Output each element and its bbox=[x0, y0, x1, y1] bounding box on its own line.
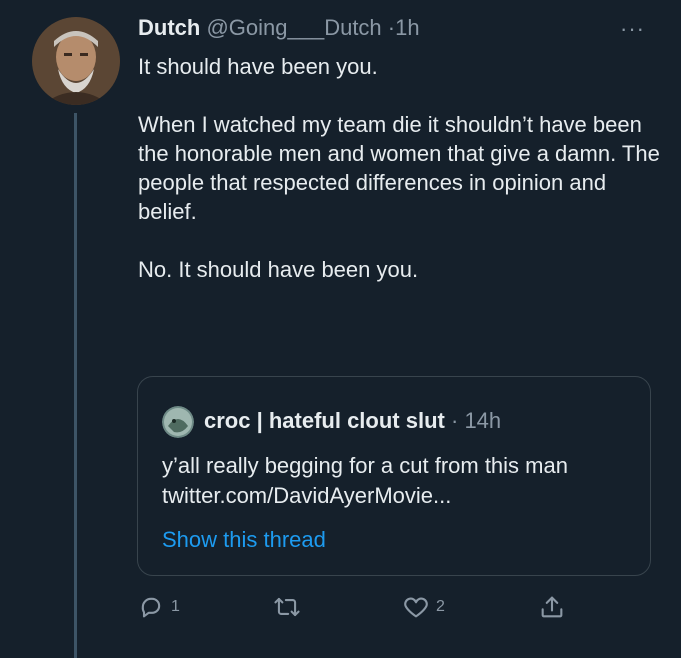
separator-dot: · bbox=[450, 408, 459, 433]
quoted-tweet-header: croc | hateful clout slut · 14h bbox=[204, 406, 501, 436]
tweet-line: No. It should have been you. bbox=[138, 257, 419, 282]
quoted-text-line: y’all really begging for a cut from this… bbox=[162, 453, 568, 508]
heart-icon bbox=[402, 593, 430, 621]
tweet-line: It should have been you. bbox=[138, 54, 378, 79]
author-avatar[interactable] bbox=[32, 17, 120, 105]
quoted-author-name: croc | hateful clout slut bbox=[204, 408, 445, 433]
quoted-tweet-card[interactable]: croc | hateful clout slut · 14h y’all re… bbox=[137, 376, 651, 576]
quoted-author-avatar bbox=[162, 406, 194, 438]
share-button[interactable] bbox=[538, 592, 566, 622]
tweet-body: It should have been you. When I watched … bbox=[138, 52, 668, 284]
retweet-button[interactable] bbox=[272, 592, 302, 622]
author-handle[interactable]: @Going___Dutch bbox=[206, 15, 381, 40]
retweet-icon bbox=[272, 593, 302, 621]
quoted-timestamp: 14h bbox=[464, 408, 502, 433]
like-count: 2 bbox=[436, 598, 445, 615]
tweet-line: When I watched my team die it shouldn’t … bbox=[138, 112, 660, 224]
tweet-timestamp[interactable]: 1h bbox=[395, 15, 419, 40]
reply-count: 1 bbox=[171, 598, 180, 615]
like-button[interactable]: 2 bbox=[402, 592, 445, 622]
thread-line bbox=[74, 113, 77, 658]
reply-icon bbox=[137, 593, 165, 621]
quoted-tweet-text: y’all really begging for a cut from this… bbox=[162, 451, 632, 511]
share-icon bbox=[538, 593, 566, 621]
reply-button[interactable]: 1 bbox=[137, 592, 180, 622]
show-thread-link[interactable]: Show this thread bbox=[162, 525, 326, 555]
author-name[interactable]: Dutch bbox=[138, 15, 200, 40]
tweet-header: Dutch @Going___Dutch ·1h bbox=[138, 14, 420, 42]
more-options-icon[interactable]: ··· bbox=[620, 18, 645, 40]
